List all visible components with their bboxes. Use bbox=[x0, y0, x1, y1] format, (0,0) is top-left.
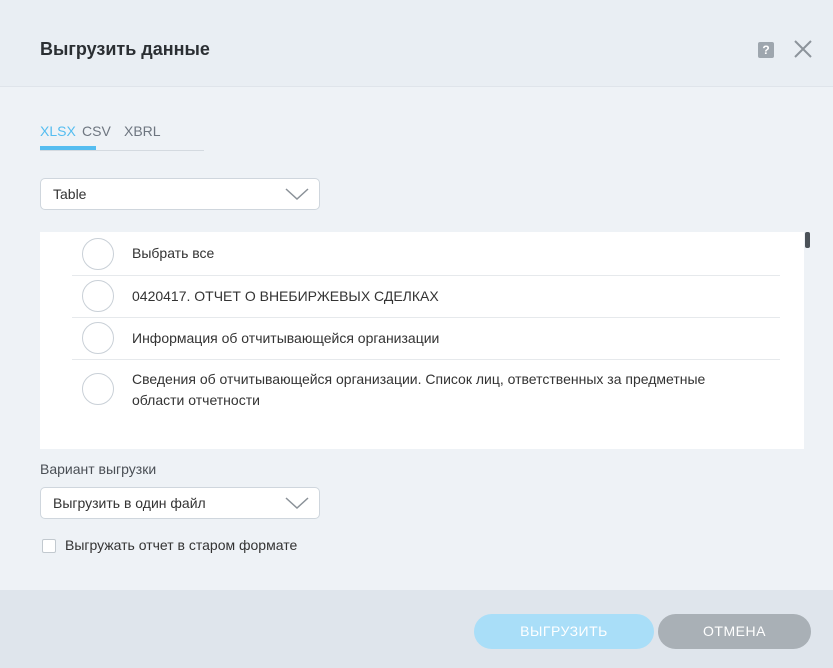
tab-xlsx[interactable]: XLSX bbox=[40, 123, 76, 139]
select-all-radio[interactable] bbox=[82, 238, 114, 270]
chevron-down-icon bbox=[285, 497, 309, 510]
list-item[interactable]: Выбрать все bbox=[72, 232, 780, 276]
list-item[interactable]: 0420417. ОТЧЕТ О ВНЕБИРЖЕВЫХ СДЕЛКАХ bbox=[72, 275, 780, 318]
export-variant-select[interactable]: Выгрузить в один файл bbox=[40, 487, 320, 519]
list-item-label: 0420417. ОТЧЕТ О ВНЕБИРЖЕВЫХ СДЕЛКАХ bbox=[132, 288, 439, 304]
list-item-label: Выбрать все bbox=[132, 245, 215, 261]
close-icon[interactable] bbox=[792, 38, 814, 60]
cancel-button[interactable]: ОТМЕНА bbox=[658, 614, 811, 649]
table-select-value: Table bbox=[53, 186, 87, 202]
table-select[interactable]: Table bbox=[40, 178, 320, 210]
dialog-title: Выгрузить данные bbox=[40, 39, 210, 59]
list-scrollbar[interactable] bbox=[805, 232, 810, 248]
list-item-label: Сведения об отчитывающейся организации. … bbox=[132, 371, 706, 408]
chevron-down-icon bbox=[285, 188, 309, 201]
list-item[interactable]: Сведения об отчитывающейся организации. … bbox=[72, 359, 780, 421]
tab-csv[interactable]: CSV bbox=[82, 123, 111, 139]
active-tab-indicator bbox=[40, 146, 96, 150]
list-item[interactable]: Информация об отчитывающейся организации bbox=[72, 317, 780, 360]
old-format-checkbox[interactable] bbox=[42, 539, 56, 553]
item-radio[interactable] bbox=[82, 322, 114, 354]
item-radio[interactable] bbox=[82, 280, 114, 312]
export-variant-label: Вариант выгрузки bbox=[40, 461, 157, 477]
item-radio[interactable] bbox=[82, 373, 114, 405]
old-format-checkbox-label[interactable]: Выгружать отчет в старом формате bbox=[65, 537, 297, 553]
help-icon[interactable]: ? bbox=[758, 42, 774, 58]
section-list: Выбрать все 0420417. ОТЧЕТ О ВНЕБИРЖЕВЫХ… bbox=[40, 232, 804, 449]
export-button[interactable]: ВЫГРУЗИТЬ bbox=[474, 614, 654, 649]
tab-xbrl[interactable]: XBRL bbox=[124, 123, 161, 139]
list-item-label: Информация об отчитывающейся организации bbox=[132, 330, 440, 346]
export-variant-value: Выгрузить в один файл bbox=[53, 495, 206, 511]
